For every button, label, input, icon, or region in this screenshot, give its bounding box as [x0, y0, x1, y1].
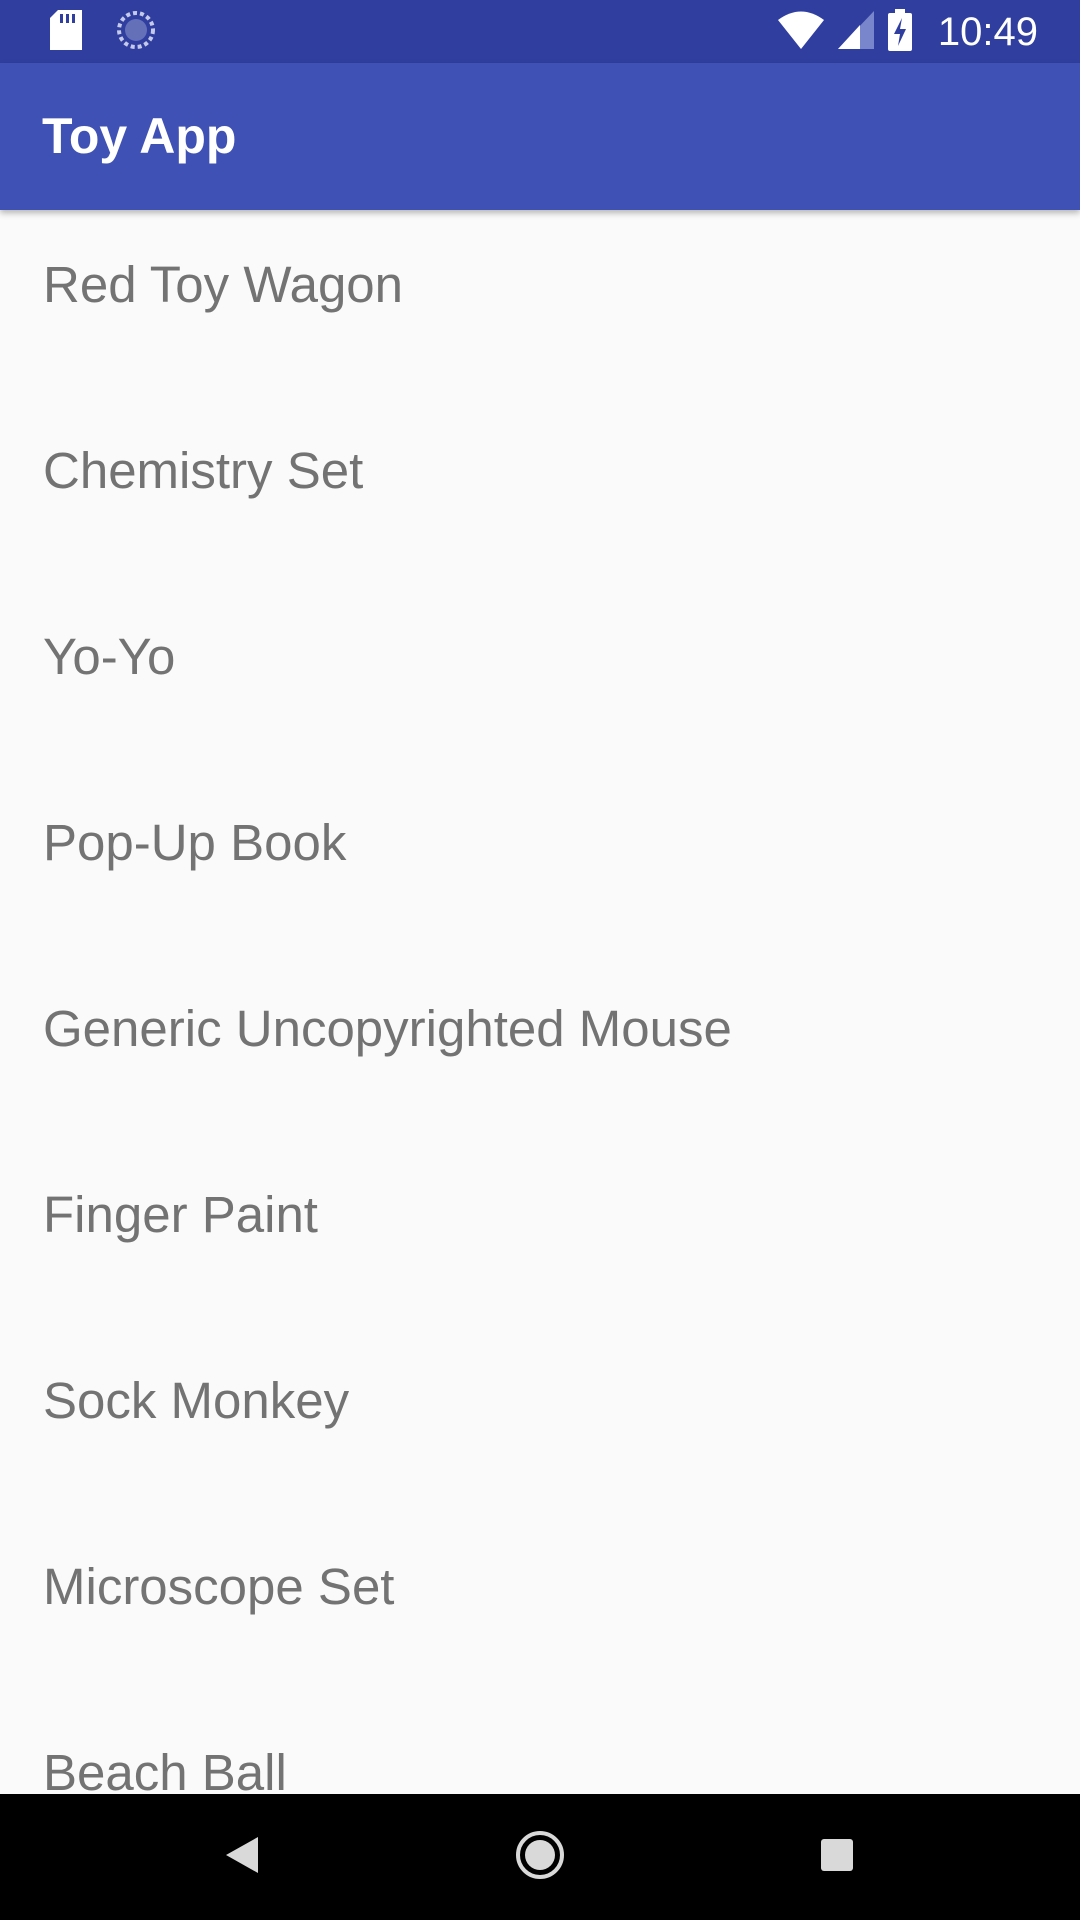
- list-item-label: Pop-Up Book: [43, 814, 347, 871]
- back-icon: [224, 1835, 260, 1879]
- list-item[interactable]: Sock Monkey: [0, 1326, 1080, 1512]
- list-item-label: Sock Monkey: [43, 1372, 350, 1429]
- app-title: Toy App: [42, 108, 237, 164]
- home-button[interactable]: [500, 1817, 580, 1897]
- status-time: 10:49: [937, 9, 1038, 54]
- status-notifications: [50, 10, 156, 54]
- battery-charging-icon: [887, 9, 912, 55]
- list-item-label: Yo-Yo: [43, 628, 176, 685]
- list-item[interactable]: Yo-Yo: [0, 582, 1080, 768]
- list-item-label: Finger Paint: [43, 1186, 318, 1243]
- list-item-label: Microscope Set: [43, 1558, 395, 1615]
- status-bar: 10:49: [0, 0, 1080, 63]
- wifi-icon: [777, 11, 824, 53]
- screen: 10:49 Toy App Red Toy Wagon Chemistry Se…: [0, 0, 1080, 1920]
- list-item-label: Beach Ball: [43, 1744, 287, 1794]
- list-item-label: Red Toy Wagon: [43, 256, 404, 313]
- list-item[interactable]: Microscope Set: [0, 1512, 1080, 1698]
- list-item[interactable]: Beach Ball: [0, 1698, 1080, 1794]
- sd-card-icon: [50, 10, 82, 54]
- list-item[interactable]: Generic Uncopyrighted Mouse: [0, 954, 1080, 1140]
- recents-icon: [820, 1838, 854, 1876]
- home-icon: [515, 1830, 565, 1884]
- cell-signal-icon: [837, 11, 874, 53]
- list-item[interactable]: Finger Paint: [0, 1140, 1080, 1326]
- navigation-bar: [0, 1794, 1080, 1920]
- list-item[interactable]: Red Toy Wagon: [0, 210, 1080, 396]
- list-item-label: Chemistry Set: [43, 442, 364, 499]
- list-item[interactable]: Pop-Up Book: [0, 768, 1080, 954]
- back-button[interactable]: [202, 1817, 282, 1897]
- list-item[interactable]: Chemistry Set: [0, 396, 1080, 582]
- status-system: 10:49: [777, 8, 1038, 56]
- sync-icon: [116, 10, 156, 54]
- list-item-label: Generic Uncopyrighted Mouse: [43, 1000, 732, 1057]
- recents-button[interactable]: [797, 1817, 877, 1897]
- app-bar: Toy App: [0, 63, 1080, 210]
- toy-list[interactable]: Red Toy Wagon Chemistry Set Yo-Yo Pop-Up…: [0, 210, 1080, 1794]
